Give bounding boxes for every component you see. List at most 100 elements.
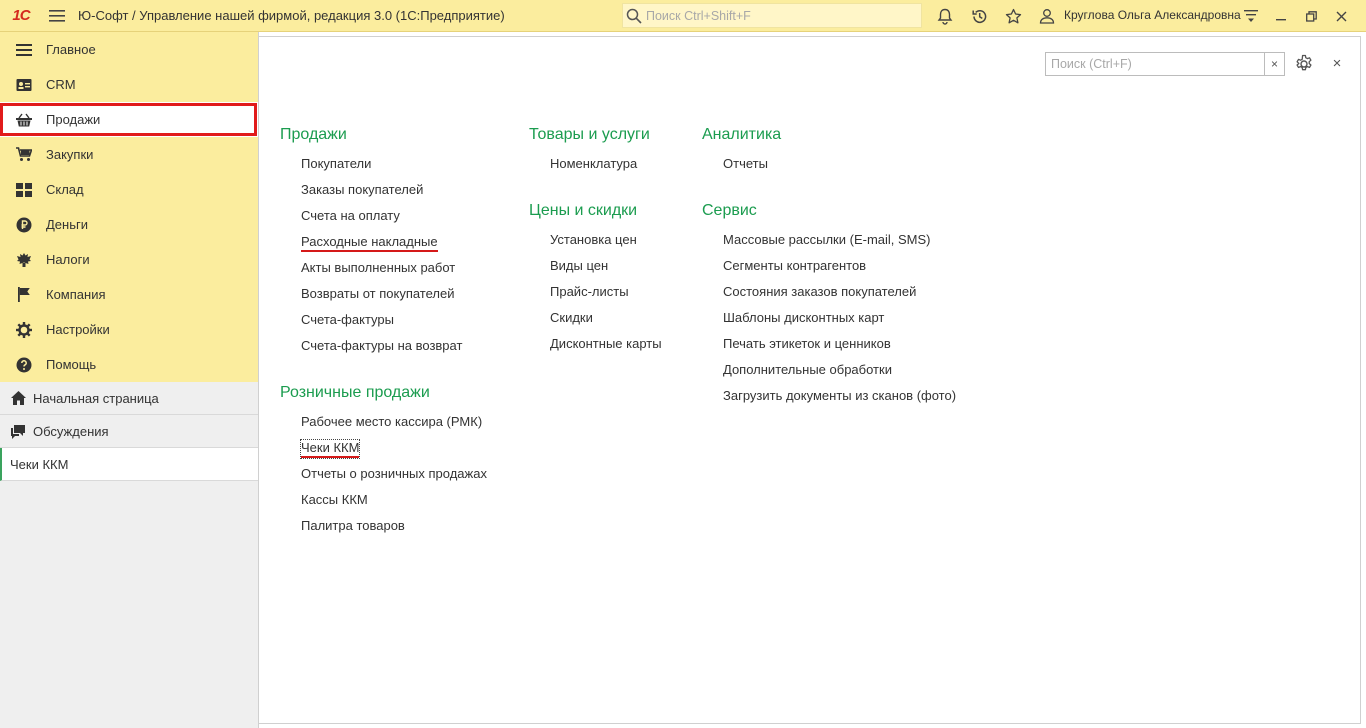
link-tax-invoices[interactable]: Счета-фактуры (301, 307, 487, 333)
group-title-goods: Товары и услуги (529, 126, 650, 143)
section-company[interactable]: Компания (0, 277, 258, 312)
link-price-setting[interactable]: Установка цен (550, 227, 662, 253)
settings-menu-button[interactable] (1236, 0, 1266, 32)
main-menu-button[interactable] (42, 0, 72, 32)
section-help[interactable]: Помощь (0, 347, 258, 382)
notifications-button[interactable] (928, 0, 962, 32)
section-taxes[interactable]: Налоги (0, 242, 258, 277)
link-invoices-for-payment[interactable]: Счета на оплату (301, 203, 487, 229)
users-icon (1039, 9, 1055, 24)
close-window-button[interactable] (1326, 0, 1356, 32)
link-kkm-receipts[interactable]: Чеки ККМ (299, 435, 487, 461)
section-main-label: Главное (46, 42, 96, 57)
section-money-label: Деньги (46, 217, 88, 232)
discussions-link[interactable]: Обсуждения (0, 415, 258, 448)
link-load-scans[interactable]: Загрузить документы из сканов (фото) (723, 383, 956, 409)
close-panel-button[interactable]: × (1328, 54, 1346, 72)
link-sales-invoices[interactable]: Расходные накладные (301, 229, 487, 255)
link-price-types[interactable]: Виды цен (550, 253, 662, 279)
discussions-label: Обсуждения (33, 423, 109, 439)
column-analytics: Аналитика Отчеты Сервис Массовые рассылк… (702, 122, 956, 409)
group-title-retail: Розничные продажи (280, 384, 430, 401)
hamburger-icon (49, 9, 65, 22)
history-button[interactable] (962, 0, 996, 32)
section-warehouse[interactable]: Склад (0, 172, 258, 207)
global-search-input[interactable]: Поиск Ctrl+Shift+F (622, 3, 922, 28)
sections-list: Главное CRM Продажи Закупки Склад Деньги… (0, 32, 258, 382)
clear-search-button[interactable]: × (1264, 53, 1284, 75)
section-sales[interactable]: Продажи (0, 102, 258, 137)
open-window-tab[interactable]: Чеки ККМ (0, 448, 258, 481)
window-title: Ю-Софт / Управление нашей фирмой, редакц… (78, 8, 505, 23)
link-cash-registers[interactable]: Кассы ККМ (301, 487, 487, 513)
group-title-prices: Цены и скидки (529, 202, 638, 219)
panel-settings-button[interactable] (1294, 54, 1314, 74)
help-icon (16, 357, 32, 372)
link-order-states[interactable]: Состояния заказов покупателей (723, 279, 956, 305)
gear-icon (16, 321, 32, 338)
warehouse-grid-icon (16, 182, 32, 197)
ruble-coin-icon (16, 217, 32, 232)
link-customers[interactable]: Покупатели (301, 151, 487, 177)
star-icon (1005, 8, 1021, 23)
section-settings[interactable]: Настройки (0, 312, 258, 347)
group-title-service: Сервис (702, 202, 757, 219)
section-settings-label: Настройки (46, 322, 110, 337)
home-page-label: Начальная страница (33, 390, 159, 406)
cart-icon (16, 147, 32, 161)
panel-search-placeholder: Поиск (Ctrl+F) (1051, 57, 1132, 71)
eagle-emblem-icon (17, 253, 31, 267)
section-panel: Поиск (Ctrl+F) × × Продажи Покупатели За… (259, 32, 1366, 728)
link-goods-palette[interactable]: Палитра товаров (301, 513, 487, 539)
history-icon (971, 9, 986, 23)
link-additional-processing[interactable]: Дополнительные обработки (723, 357, 956, 383)
group-title-analytics: Аналитика (702, 126, 782, 143)
restore-button[interactable] (1296, 0, 1326, 32)
link-counterparty-segments[interactable]: Сегменты контрагентов (723, 253, 956, 279)
restore-icon (1305, 10, 1317, 22)
section-crm[interactable]: CRM (0, 67, 258, 102)
link-work-acts[interactable]: Акты выполненных работ (301, 255, 487, 281)
section-help-label: Помощь (46, 357, 97, 372)
home-page-link[interactable]: Начальная страница (0, 382, 258, 415)
link-discount-card-templates[interactable]: Шаблоны дисконтных карт (723, 305, 956, 331)
section-taxes-label: Налоги (46, 252, 90, 267)
link-mass-mailing[interactable]: Массовые рассылки (E-mail, SMS) (723, 227, 956, 253)
link-retail-reports[interactable]: Отчеты о розничных продажах (301, 461, 487, 487)
section-warehouse-label: Склад (46, 182, 84, 197)
global-search-placeholder: Поиск Ctrl+Shift+F (646, 8, 751, 23)
settings-lines-icon (1244, 10, 1258, 22)
user-button[interactable] (1030, 0, 1064, 32)
section-sales-label: Продажи (46, 112, 101, 127)
favorites-button[interactable] (996, 0, 1030, 32)
link-print-labels[interactable]: Печать этикеток и ценников (723, 331, 956, 357)
link-discount-cards[interactable]: Дисконтные карты (550, 331, 662, 357)
close-icon (1336, 11, 1346, 21)
section-company-label: Компания (46, 287, 106, 302)
chat-icon (11, 424, 25, 439)
open-window-label: Чеки ККМ (10, 456, 69, 472)
section-purchases[interactable]: Закупки (0, 137, 258, 172)
search-icon (626, 8, 642, 24)
minimize-icon (1276, 19, 1286, 21)
app-logo[interactable]: 1С (0, 0, 42, 32)
sections-panel: Главное CRM Продажи Закупки Склад Деньги… (0, 32, 259, 728)
link-customer-orders[interactable]: Заказы покупателей (301, 177, 487, 203)
link-reports[interactable]: Отчеты (723, 151, 956, 177)
section-money[interactable]: Деньги (0, 207, 258, 242)
bell-icon (937, 8, 953, 25)
link-customer-returns[interactable]: Возвраты от покупателей (301, 281, 487, 307)
section-main[interactable]: Главное (0, 32, 258, 67)
link-return-tax-invoices[interactable]: Счета-фактуры на возврат (301, 333, 487, 359)
panel-search-input[interactable]: Поиск (Ctrl+F) × (1045, 52, 1285, 76)
link-price-lists[interactable]: Прайс-листы (550, 279, 662, 305)
current-user-name[interactable]: Круглова Ольга Александровна (1064, 8, 1241, 22)
minimize-button[interactable] (1266, 0, 1296, 32)
menu-lines-icon (16, 43, 32, 56)
home-icon (10, 391, 26, 405)
section-crm-label: CRM (46, 77, 76, 92)
link-nomenclature[interactable]: Номенклатура (550, 151, 662, 177)
link-discounts[interactable]: Скидки (550, 305, 662, 331)
column-sales: Продажи Покупатели Заказы покупателей Сч… (280, 122, 487, 539)
link-cashier-workplace[interactable]: Рабочее место кассира (РМК) (301, 409, 487, 435)
